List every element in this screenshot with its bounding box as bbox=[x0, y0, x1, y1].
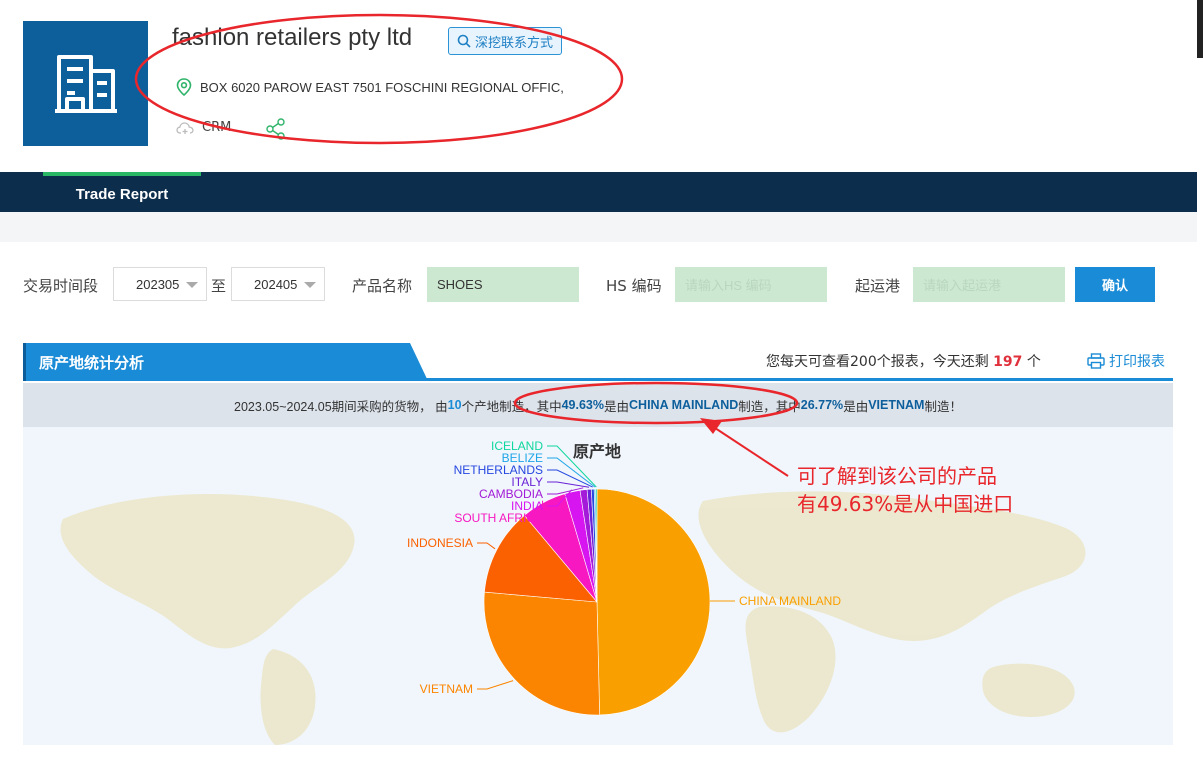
pie-label-iceland: ICELAND bbox=[491, 439, 543, 453]
period-label: 交易时间段 bbox=[23, 277, 99, 295]
quota-remaining: 197 bbox=[993, 354, 1023, 370]
top-navbar: Trade Report bbox=[0, 172, 1197, 212]
summary-part5: 是由 bbox=[843, 399, 869, 414]
print-report-button[interactable]: 打印报表 bbox=[1087, 351, 1165, 371]
pie-label-netherlands: NETHERLANDS bbox=[454, 463, 543, 477]
company-highlight-ellipse bbox=[134, 13, 624, 145]
content-divider bbox=[0, 212, 1197, 242]
chevron-down-icon bbox=[304, 282, 316, 288]
country-vietnam: VIETNAM bbox=[868, 398, 925, 412]
quota-text: 您每天可查看200个报表，今天还剩 197 个 bbox=[766, 351, 1041, 371]
tab-trade-report[interactable]: Trade Report bbox=[43, 172, 201, 212]
summary-bar: 2023.05~2024.05期间采购的货物， 由 10 个产地制造，其中 49.63… bbox=[23, 383, 1173, 427]
pie-slice-china-mainland[interactable] bbox=[596, 488, 711, 716]
summary-part1: 2023.05~2024.05期间采购的货物， 由 bbox=[234, 399, 448, 414]
port-input[interactable]: 请输入起运港 bbox=[913, 267, 1065, 302]
hs-code-label: HS 编码 bbox=[606, 277, 662, 295]
pie-label-south-africa: SOUTH AFRICA bbox=[454, 511, 543, 525]
pct-vietnam: 26.77% bbox=[800, 398, 844, 412]
annotation-line1: 可了解到该公司的产品 bbox=[797, 464, 997, 488]
period-from-select[interactable]: 202305 bbox=[113, 267, 207, 301]
summary-part3: 是由 bbox=[604, 399, 630, 414]
pie-label-vietnam: VIETNAM bbox=[420, 682, 473, 696]
summary-part6: 制造！ bbox=[924, 399, 962, 414]
summary-part2: 个产地制造，其中 bbox=[461, 399, 562, 414]
chart-title: 原产地 bbox=[573, 442, 621, 461]
pie-label-india: INDIA bbox=[511, 499, 543, 513]
print-label: 打印报表 bbox=[1109, 354, 1165, 370]
pie-label-belize: BELIZE bbox=[502, 451, 543, 465]
country-china: CHINA MAINLAND bbox=[629, 398, 739, 412]
period-to-select[interactable]: 202405 bbox=[231, 267, 325, 301]
pie-label-indonesia: INDONESIA bbox=[407, 536, 473, 550]
pie-label-italy: ITALY bbox=[511, 475, 543, 489]
confirm-button[interactable]: 确认 bbox=[1075, 267, 1155, 302]
pie-label-cambodia: CAMBODIA bbox=[479, 487, 543, 501]
product-label: 产品名称 bbox=[352, 277, 413, 295]
pie-leader-belize bbox=[547, 457, 596, 488]
period-to-value: 202405 bbox=[254, 276, 298, 292]
origin-count: 10 bbox=[447, 398, 462, 412]
pie-label-china-mainland: CHINA MAINLAND bbox=[739, 594, 841, 608]
quota-suffix: 个 bbox=[1022, 354, 1041, 370]
section-title: 原产地统计分析 bbox=[23, 343, 428, 381]
chevron-down-icon bbox=[186, 282, 198, 288]
hs-code-input[interactable]: 请输入HS 编码 bbox=[675, 267, 827, 302]
port-label: 起运港 bbox=[855, 277, 901, 295]
summary-part4: 制造，其中 bbox=[738, 399, 801, 414]
quota-prefix: 您每天可查看200个报表，今天还剩 bbox=[766, 354, 994, 370]
to-label: 至 bbox=[211, 277, 227, 295]
annotation-text: 可了解到该公司的产品 有49.63%是从中国进口 bbox=[797, 462, 1013, 518]
product-input[interactable]: SHOES bbox=[427, 267, 579, 302]
pct-china: 49.63% bbox=[561, 398, 604, 412]
pie-leader-vietnam bbox=[477, 680, 514, 690]
period-from-value: 202305 bbox=[136, 276, 180, 292]
printer-icon bbox=[1087, 353, 1105, 369]
pie-leader-indonesia bbox=[477, 542, 496, 550]
pie-slice-vietnam[interactable] bbox=[483, 591, 600, 716]
annotation-line2: 有49.63%是从中国进口 bbox=[797, 492, 1014, 516]
